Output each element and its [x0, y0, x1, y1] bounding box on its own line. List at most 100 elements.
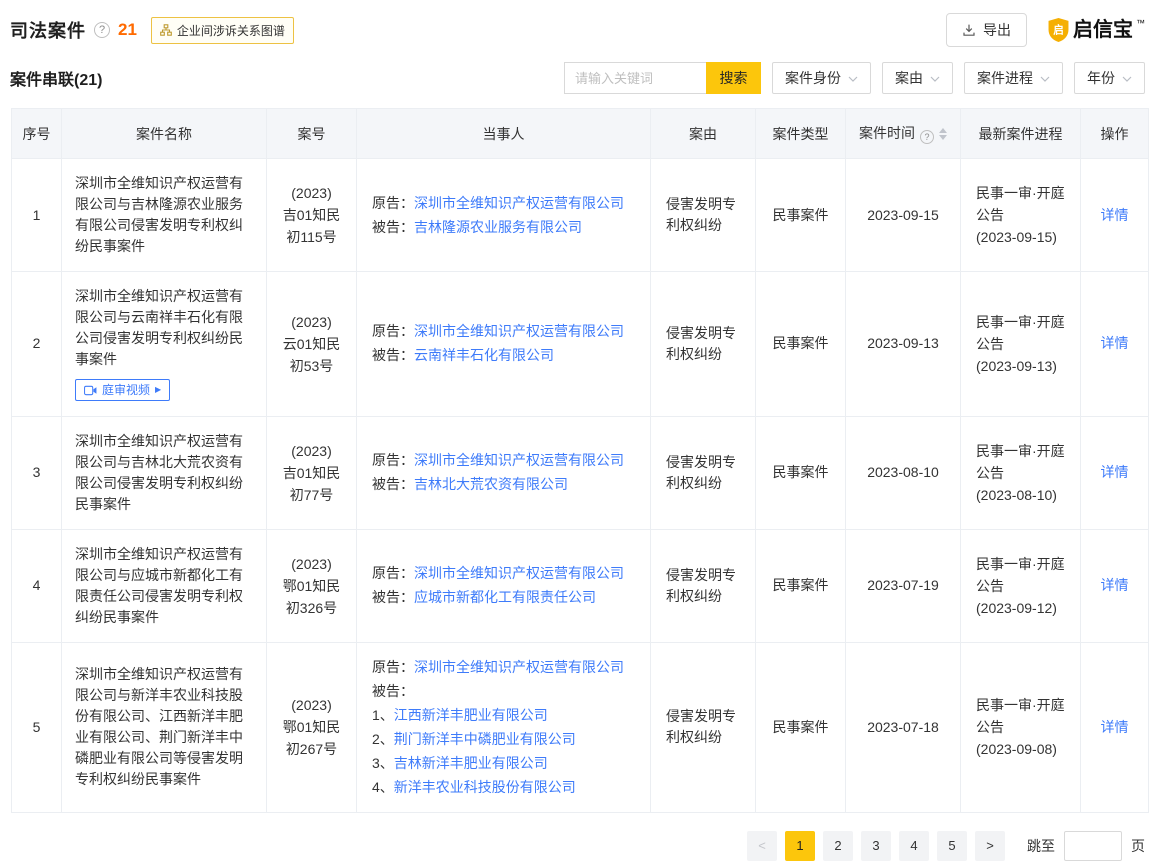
- page-button-4[interactable]: 4: [899, 831, 929, 861]
- filter-case-progress-label: 案件进程: [977, 68, 1033, 88]
- filter-case-progress[interactable]: 案件进程: [964, 62, 1063, 94]
- case-number: (2023)吉01知民初77号: [267, 416, 357, 529]
- detail-link[interactable]: 详情: [1101, 464, 1129, 480]
- page-button-1[interactable]: 1: [785, 831, 815, 861]
- company-link[interactable]: 云南祥丰石化有限公司: [414, 347, 554, 363]
- progress-text: 民事一审·开庭公告: [976, 311, 1070, 355]
- parties-cell: 原告：深圳市全维知识产权运营有限公司被告：1、江西新洋丰肥业有限公司2、荆门新洋…: [357, 642, 651, 812]
- case-date: 2023-07-18: [846, 642, 961, 812]
- pagination: <12345> 跳至 页: [0, 813, 1159, 861]
- company-link[interactable]: 江西新洋丰肥业有限公司: [394, 707, 548, 723]
- party-line: 原告：深圳市全维知识产权运营有限公司: [372, 321, 640, 342]
- page-button-3[interactable]: 3: [861, 831, 891, 861]
- brand-trademark: ™: [1136, 18, 1145, 28]
- case-number-line: 初77号: [277, 484, 346, 506]
- filter-case-identity[interactable]: 案件身份: [772, 62, 871, 94]
- case-cause: 侵害发明专利权纠纷: [651, 416, 756, 529]
- action-cell: 详情: [1081, 416, 1149, 529]
- help-icon[interactable]: ?: [920, 130, 934, 144]
- party-line: 被告：吉林北大荒农资有限公司: [372, 474, 640, 495]
- detail-link[interactable]: 详情: [1101, 719, 1129, 735]
- party-role-label: 被告：: [372, 219, 414, 235]
- help-icon[interactable]: ?: [94, 22, 110, 38]
- row-index: 2: [12, 272, 62, 417]
- col-label-parties: 当事人: [483, 126, 525, 142]
- case-name: 深圳市全维知识产权运营有限公司与应城市新都化工有限责任公司侵害发明专利权纠纷民事…: [75, 544, 255, 628]
- page-button-5[interactable]: 5: [937, 831, 967, 861]
- col-label-cause: 案由: [689, 126, 717, 142]
- col-label-case-number: 案号: [298, 126, 326, 142]
- filter-controls: 搜索 案件身份案由 案件进程 年份: [564, 62, 1145, 94]
- case-cause: 侵害发明专利权纠纷: [651, 642, 756, 812]
- company-link[interactable]: 深圳市全维知识产权运营有限公司: [414, 323, 624, 339]
- table-header: 序号案件名称案号当事人案由案件类型案件时间?最新案件进程操作: [12, 109, 1149, 159]
- company-link[interactable]: 新洋丰农业科技股份有限公司: [394, 779, 576, 795]
- case-name: 深圳市全维知识产权运营有限公司与云南祥丰石化有限公司侵害发明专利权纠纷民事案件: [75, 286, 255, 370]
- next-page-button[interactable]: >: [975, 831, 1005, 861]
- party-role-label: 原告：: [372, 323, 414, 339]
- progress-text: 民事一审·开庭公告: [976, 553, 1070, 597]
- party-role-label: 被告：: [372, 589, 414, 605]
- case-number-line: 吉01知民: [277, 462, 346, 484]
- header-right: 导出 启 启信宝 ™: [946, 13, 1145, 47]
- detail-link[interactable]: 详情: [1101, 207, 1129, 223]
- table-row: 3深圳市全维知识产权运营有限公司与吉林北大荒农资有限公司侵害发明专利权纠纷民事案…: [12, 416, 1149, 529]
- company-link[interactable]: 深圳市全维知识产权运营有限公司: [414, 195, 624, 211]
- progress-date: (2023-09-15): [976, 226, 1070, 248]
- row-index: 5: [12, 642, 62, 812]
- case-number-line: 初53号: [277, 355, 346, 377]
- party-role-label: 被告：: [372, 683, 414, 699]
- prev-page-button[interactable]: <: [747, 831, 777, 861]
- detail-link[interactable]: 详情: [1101, 577, 1129, 593]
- case-date: 2023-08-10: [846, 416, 961, 529]
- parties-cell: 原告：深圳市全维知识产权运营有限公司被告：吉林隆源农业服务有限公司: [357, 159, 651, 272]
- table-row: 4深圳市全维知识产权运营有限公司与应城市新都化工有限责任公司侵害发明专利权纠纷民…: [12, 529, 1149, 642]
- col-header-case-time[interactable]: 案件时间?: [846, 109, 961, 159]
- company-link[interactable]: 吉林隆源农业服务有限公司: [414, 219, 582, 235]
- litigation-relation-graph-button[interactable]: 企业间涉诉关系图谱: [151, 17, 294, 44]
- filter-year[interactable]: 年份: [1074, 62, 1145, 94]
- company-link[interactable]: 深圳市全维知识产权运营有限公司: [414, 659, 624, 675]
- col-header-case-number: 案号: [267, 109, 357, 159]
- row-index: 4: [12, 529, 62, 642]
- jump-page-input[interactable]: [1064, 831, 1122, 861]
- search-button[interactable]: 搜索: [706, 62, 761, 94]
- page-buttons: <12345 >: [739, 831, 1005, 861]
- party-role-label: 原告：: [372, 452, 414, 468]
- case-name: 深圳市全维知识产权运营有限公司与新洋丰农业科技股份有限公司、江西新洋丰肥业有限公…: [75, 664, 255, 790]
- row-index: 3: [12, 416, 62, 529]
- trial-video-button[interactable]: 庭审视频▶: [75, 379, 170, 401]
- search-input[interactable]: [564, 62, 706, 94]
- filter-cause[interactable]: 案由: [882, 62, 953, 94]
- progress-date: (2023-09-12): [976, 597, 1070, 619]
- case-progress-cell: 民事一审·开庭公告(2023-09-15): [961, 159, 1081, 272]
- party-role-label: 被告：: [372, 347, 414, 363]
- case-date: 2023-09-15: [846, 159, 961, 272]
- company-link[interactable]: 吉林北大荒农资有限公司: [414, 476, 568, 492]
- video-camera-icon: [84, 385, 97, 396]
- party-role-label: 2、: [372, 731, 394, 747]
- case-date: 2023-09-13: [846, 272, 961, 417]
- case-name-cell: 深圳市全维知识产权运营有限公司与新洋丰农业科技股份有限公司、江西新洋丰肥业有限公…: [62, 642, 267, 812]
- progress-text: 民事一审·开庭公告: [976, 182, 1070, 226]
- case-progress-cell: 民事一审·开庭公告(2023-08-10): [961, 416, 1081, 529]
- sort-icon[interactable]: [939, 128, 947, 140]
- company-link[interactable]: 深圳市全维知识产权运营有限公司: [414, 565, 624, 581]
- company-link[interactable]: 荆门新洋丰中磷肥业有限公司: [394, 731, 576, 747]
- company-link[interactable]: 吉林新洋丰肥业有限公司: [394, 755, 548, 771]
- case-progress-cell: 民事一审·开庭公告(2023-09-13): [961, 272, 1081, 417]
- case-number-line: 云01知民: [277, 333, 346, 355]
- export-button[interactable]: 导出: [946, 13, 1027, 47]
- company-link[interactable]: 应城市新都化工有限责任公司: [414, 589, 596, 605]
- download-icon: [962, 23, 976, 37]
- case-type: 民事案件: [756, 416, 846, 529]
- party-role-label: 3、: [372, 755, 394, 771]
- search-box: 搜索: [564, 62, 761, 94]
- case-name: 深圳市全维知识产权运营有限公司与吉林隆源农业服务有限公司侵害发明专利权纠纷民事案…: [75, 173, 255, 257]
- company-link[interactable]: 深圳市全维知识产权运营有限公司: [414, 452, 624, 468]
- page-button-2[interactable]: 2: [823, 831, 853, 861]
- progress-date: (2023-09-13): [976, 355, 1070, 377]
- detail-link[interactable]: 详情: [1101, 335, 1129, 351]
- col-header-case-type: 案件类型: [756, 109, 846, 159]
- col-header-action: 操作: [1081, 109, 1149, 159]
